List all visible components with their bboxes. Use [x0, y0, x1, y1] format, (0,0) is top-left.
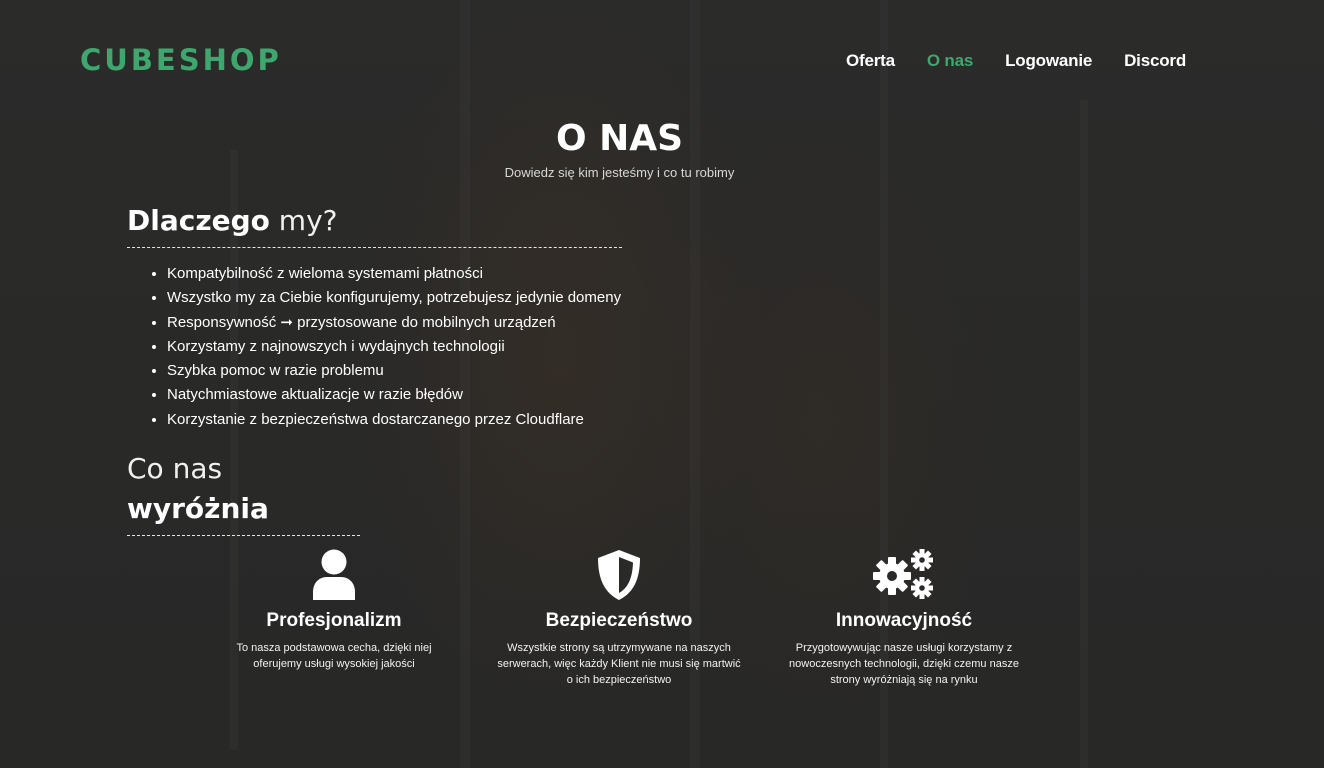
gears-icon	[873, 549, 933, 599]
user-icon	[313, 549, 355, 600]
feature-description: To nasza podstawowa cecha, dzięki niej o…	[236, 642, 432, 670]
why-us-heading-light: my?	[269, 204, 338, 237]
list-item: Wszystko my za Ciebie konfigurujemy, pot…	[167, 286, 621, 310]
nav-link-discord[interactable]: Discord	[1124, 49, 1186, 73]
feature-title: Bezpieczeństwo	[545, 610, 693, 631]
list-item: Natychmiastowe aktualizacje w razie błęd…	[167, 383, 621, 407]
nav-link-login[interactable]: Logowanie	[1005, 49, 1092, 73]
list-item: Szybka pomoc w razie problemu	[167, 359, 621, 383]
main-nav: Oferta O nas Logowanie Discord	[846, 49, 1218, 73]
feature-professionalism: Profesjonalizm To nasza podstawowa cecha…	[204, 548, 464, 672]
why-us-heading-strong: Dlaczego	[127, 204, 270, 237]
list-item: Korzystamy z najnowszych i wydajnych tec…	[167, 335, 621, 359]
site-logo[interactable]: CUBESHOP	[80, 40, 282, 80]
page-subtitle: Dowiedz się kim jesteśmy i co tu robimy	[504, 165, 735, 180]
nav-link-offer[interactable]: Oferta	[846, 49, 895, 73]
list-item: Responsywność ➞ przystosowane do mobilny…	[167, 311, 621, 335]
page: CUBESHOP Oferta O nas Logowanie Discord …	[0, 0, 1324, 768]
why-us-heading: Dlaczego my?	[127, 201, 622, 248]
what-sets-us-apart-heading-light: Co nas	[127, 452, 223, 485]
feature-title: Innowacyjność	[835, 610, 973, 631]
nav-link-about[interactable]: O nas	[927, 49, 973, 73]
list-item: Korzystanie z bezpieczeństwa dostarczane…	[167, 408, 621, 432]
feature-title: Profesjonalizm	[266, 610, 402, 631]
page-title: O NAS	[555, 118, 684, 159]
what-sets-us-apart-heading-strong: wyróżnia	[127, 492, 269, 525]
reasons-list: Kompatybilność z wieloma systemami płatn…	[127, 262, 621, 432]
what-sets-us-apart-heading: Co nas wyróżnia	[127, 449, 360, 536]
feature-innovation: Innowacyjność Przygotowywując nasze usłu…	[774, 548, 1034, 688]
feature-description: Przygotowywując nasze usługi korzystamy …	[789, 642, 1019, 686]
shield-icon	[598, 550, 640, 600]
feature-security: Bezpieczeństwo Wszystkie strony są utrzy…	[489, 548, 749, 688]
list-item: Kompatybilność z wieloma systemami płatn…	[167, 262, 621, 286]
feature-description: Wszystkie strony są utrzymywane na naszy…	[497, 642, 741, 686]
